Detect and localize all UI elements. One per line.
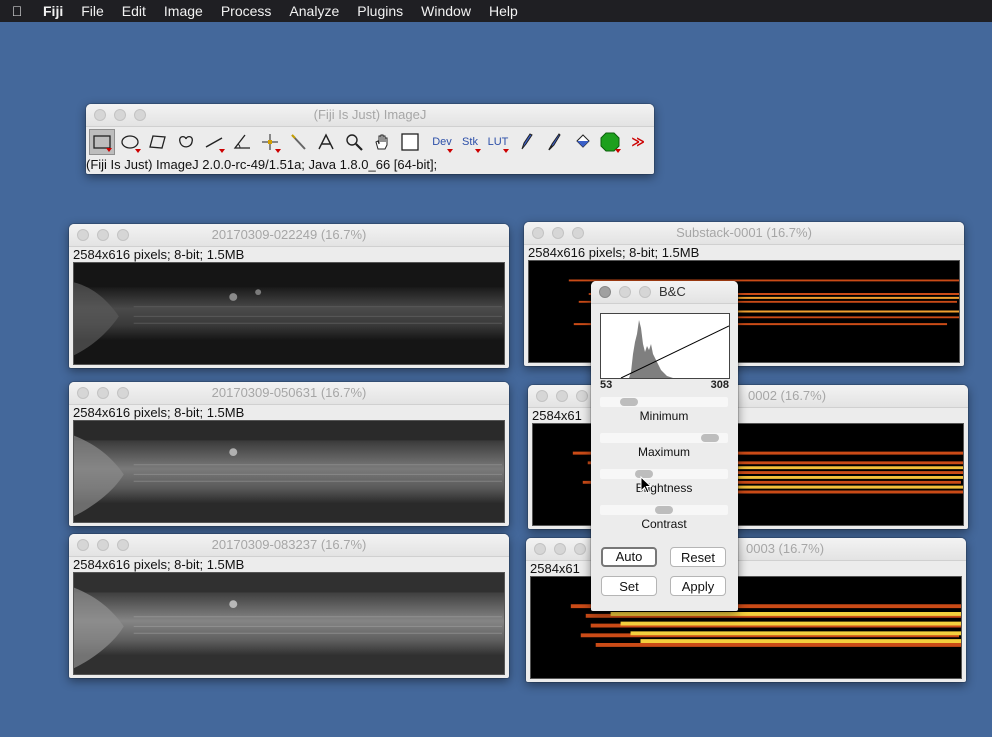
- bc-titlebar[interactable]: B&C: [591, 281, 738, 304]
- menu-bar:  Fiji File Edit Image Process Analyze P…: [0, 0, 992, 22]
- range-min: 53: [600, 379, 613, 391]
- oval-icon: [121, 135, 139, 149]
- histogram: [600, 313, 730, 379]
- window-title: 20170309-022249 (16.7%): [211, 227, 367, 242]
- lut-label: LUT: [487, 136, 509, 148]
- brush-icon: [548, 133, 561, 151]
- image-info: 2584x616 pixels; 8-bit; 1.5MB: [73, 557, 245, 572]
- menu-analyze[interactable]: Analyze: [280, 0, 348, 22]
- image-window-titlebar[interactable]: Substack-0001 (16.7%): [524, 222, 964, 245]
- stk-menu-tool[interactable]: Stk: [457, 129, 483, 155]
- image-info: 2584x616 pixels; 8-bit; 1.5MB: [73, 247, 245, 262]
- flood-fill-icon: [576, 134, 590, 148]
- brightness-contrast-dialog: B&C 53 308 Minimum Maximum Brightness Co…: [591, 281, 738, 611]
- menu-image[interactable]: Image: [155, 0, 212, 22]
- imagej-window: (Fiji Is Just) ImageJ Dev Stk LUT ≫ (Fij…: [86, 104, 654, 174]
- text-tool[interactable]: [313, 129, 339, 155]
- contrast-slider-knob[interactable]: [655, 506, 673, 514]
- status-line: (Fiji Is Just) ImageJ 2.0.0-rc-49/1.51a;…: [86, 157, 438, 172]
- angle-tool[interactable]: [229, 129, 255, 155]
- wand-icon: [291, 134, 306, 150]
- menu-window[interactable]: Window: [412, 0, 480, 22]
- maximum-slider[interactable]: [600, 433, 728, 443]
- more-tools[interactable]: ≫: [625, 129, 651, 155]
- angle-icon: [233, 134, 250, 149]
- dropper-tool[interactable]: [397, 129, 423, 155]
- point-tool[interactable]: [257, 129, 283, 155]
- imagej-titlebar[interactable]: (Fiji Is Just) ImageJ: [86, 104, 654, 127]
- oval-tool[interactable]: [117, 129, 143, 155]
- more-tools-icon: ≫: [631, 134, 645, 149]
- image-window-titlebar[interactable]: 20170309-050631 (16.7%): [69, 382, 509, 405]
- freehand-icon: [179, 135, 193, 148]
- image-canvas[interactable]: [73, 420, 505, 523]
- contrast-slider[interactable]: [600, 505, 728, 515]
- line-icon: [205, 137, 223, 148]
- pencil-icon: [521, 133, 533, 150]
- image-window-titlebar[interactable]: 20170309-083237 (16.7%): [69, 534, 509, 557]
- contrast-label: Contrast: [641, 517, 687, 531]
- magnifier-icon: [346, 134, 363, 151]
- rectangle-tool[interactable]: [89, 129, 115, 155]
- apple-icon[interactable]: : [0, 3, 34, 19]
- brush-tool[interactable]: [541, 129, 567, 155]
- window-title: (Fiji Is Just) ImageJ: [313, 107, 427, 122]
- lut-menu-tool[interactable]: LUT: [485, 129, 511, 155]
- mouse-cursor-icon: [640, 476, 652, 494]
- stk-label: Stk: [462, 136, 478, 148]
- dev-label: Dev: [432, 136, 452, 148]
- set-button[interactable]: Set: [601, 576, 657, 596]
- auto-button[interactable]: Auto: [601, 547, 657, 567]
- grayscale-root-image: [74, 263, 504, 364]
- substack-window-1: Substack-0001 (16.7%) 2584x616 pixels; 8…: [524, 222, 964, 366]
- hand-icon: [375, 134, 388, 150]
- line-tool[interactable]: [201, 129, 227, 155]
- image-window-1: 20170309-022249 (16.7%) 2584x616 pixels;…: [69, 224, 509, 368]
- minimum-slider[interactable]: [600, 397, 728, 407]
- minimum-slider-knob[interactable]: [620, 398, 638, 406]
- polygon-icon: [149, 135, 166, 149]
- image-canvas[interactable]: [73, 572, 505, 675]
- wand-tool[interactable]: [285, 129, 311, 155]
- dropper-icon: [401, 133, 419, 151]
- grayscale-root-image: [74, 421, 504, 522]
- menu-app[interactable]: Fiji: [34, 0, 72, 22]
- imagej-toolbar: Dev Stk LUT ≫: [86, 127, 654, 157]
- hand-tool[interactable]: [369, 129, 395, 155]
- flood-fill-tool[interactable]: [569, 129, 595, 155]
- minimum-label: Minimum: [639, 409, 689, 423]
- dialog-title: B&C: [659, 284, 686, 299]
- menu-help[interactable]: Help: [480, 0, 527, 22]
- grayscale-root-image: [74, 573, 504, 674]
- menu-edit[interactable]: Edit: [113, 0, 155, 22]
- freehand-tool[interactable]: [173, 129, 199, 155]
- range-max: 308: [710, 379, 729, 391]
- histogram-plot: [601, 320, 729, 378]
- window-title: Substack-0001 (16.7%): [676, 225, 812, 240]
- image-window-2: 20170309-050631 (16.7%) 2584x616 pixels;…: [69, 382, 509, 526]
- dev-menu-tool[interactable]: Dev: [429, 129, 455, 155]
- text-icon: [318, 133, 334, 150]
- magnifier-tool[interactable]: [341, 129, 367, 155]
- image-info: 2584x616 pixels; 8-bit; 1.5MB: [528, 245, 700, 260]
- image-canvas[interactable]: [73, 262, 505, 365]
- maximum-slider-knob[interactable]: [701, 434, 719, 442]
- image-info: 2584x616 pixels; 8-bit; 1.5MB: [73, 405, 245, 420]
- maximum-label: Maximum: [637, 445, 690, 459]
- polygon-tool[interactable]: [145, 129, 171, 155]
- menu-plugins[interactable]: Plugins: [348, 0, 412, 22]
- pencil-tool[interactable]: [513, 129, 539, 155]
- image-window-titlebar[interactable]: 20170309-022249 (16.7%): [69, 224, 509, 247]
- image-window-3: 20170309-083237 (16.7%) 2584x616 pixels;…: [69, 534, 509, 678]
- reset-button[interactable]: Reset: [670, 547, 726, 567]
- apply-button[interactable]: Apply: [670, 576, 726, 596]
- brightness-label: Brightness: [635, 481, 693, 495]
- window-title: 20170309-083237 (16.7%): [211, 537, 367, 552]
- menu-process[interactable]: Process: [212, 0, 281, 22]
- rectangle-icon: [93, 135, 111, 149]
- brightness-slider[interactable]: [600, 469, 728, 479]
- menu-file[interactable]: File: [72, 0, 113, 22]
- window-title: 20170309-050631 (16.7%): [211, 385, 367, 400]
- action-tool[interactable]: [597, 129, 623, 155]
